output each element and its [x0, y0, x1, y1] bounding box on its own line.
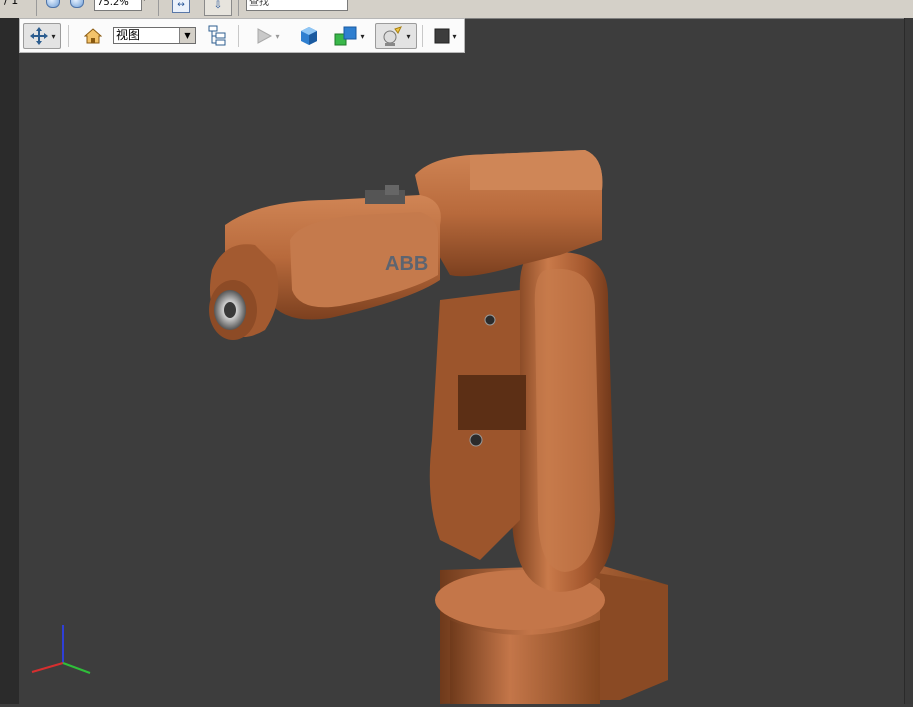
- toolbar-separator: [68, 25, 69, 47]
- lighting-icon: [383, 26, 403, 46]
- toolbar-separator: [238, 0, 239, 16]
- zoom-in-icon[interactable]: [70, 0, 84, 8]
- abb-logo: ABB: [385, 253, 428, 275]
- multi-cube-button[interactable]: ▾: [330, 23, 368, 49]
- home-button[interactable]: [80, 23, 106, 49]
- find-input[interactable]: 查找: [246, 0, 348, 11]
- chevron-down-icon[interactable]: ▾: [406, 32, 410, 41]
- upper-housing-top: [470, 150, 603, 190]
- chevron-down-icon[interactable]: ▾: [51, 32, 55, 41]
- bolt: [484, 314, 496, 326]
- robot-model[interactable]: ABB: [19, 53, 904, 704]
- zoom-out-icon[interactable]: [46, 0, 60, 8]
- play-button[interactable]: ▾: [250, 23, 284, 49]
- lighting-button[interactable]: ▾: [375, 23, 417, 49]
- play-icon: [257, 28, 273, 44]
- model-tree-button[interactable]: [204, 23, 230, 49]
- left-panel-edge: [0, 18, 19, 704]
- model-tree-icon: [208, 25, 226, 46]
- reader-toolbar: / 1 75.2% ▾ ↔ ⇩ 查找: [0, 0, 913, 19]
- chevron-down-icon[interactable]: ▼: [179, 28, 195, 43]
- flange-center: [224, 302, 236, 318]
- page-indicator: / 1: [4, 0, 19, 7]
- x-axis-icon: [31, 662, 64, 673]
- cube-button[interactable]: [296, 23, 322, 49]
- viewer-toolbar: ▾ 视图 ▼ ▾ ▾ ▾ ▾: [19, 18, 465, 53]
- toolbar-separator: [158, 0, 159, 16]
- lower-arm-cover: [534, 268, 600, 572]
- bolt: [469, 433, 483, 447]
- view-select-value: 视图: [116, 28, 141, 42]
- download-icon[interactable]: ⇩: [204, 0, 232, 16]
- navigate-button[interactable]: ▾: [23, 23, 61, 49]
- chevron-down-icon[interactable]: ▾: [360, 32, 364, 41]
- y-axis-icon: [62, 662, 91, 674]
- toolbar-separator: [422, 25, 423, 47]
- background-color-button[interactable]: ▾: [428, 23, 462, 49]
- navigate-icon: [30, 27, 49, 45]
- chevron-down-icon[interactable]: ▾: [452, 32, 456, 41]
- cube-icon: [301, 27, 317, 45]
- arm-recess: [458, 375, 526, 430]
- zoom-input[interactable]: 75.2%: [94, 0, 142, 11]
- home-icon: [84, 28, 102, 44]
- fit-width-icon[interactable]: ↔: [172, 0, 190, 13]
- multi-cube-icon: [334, 26, 357, 46]
- right-scroll-edge: [904, 18, 913, 704]
- background-color-icon: [434, 28, 450, 44]
- zoom-dropdown-icon[interactable]: ▾: [142, 0, 147, 4]
- toolbar-separator: [238, 25, 239, 47]
- 3d-viewport[interactable]: ABB: [19, 53, 904, 704]
- view-select[interactable]: 视图 ▼: [113, 27, 196, 44]
- toolbar-separator: [36, 0, 37, 16]
- connector: [385, 185, 399, 195]
- chevron-down-icon[interactable]: ▾: [275, 32, 279, 41]
